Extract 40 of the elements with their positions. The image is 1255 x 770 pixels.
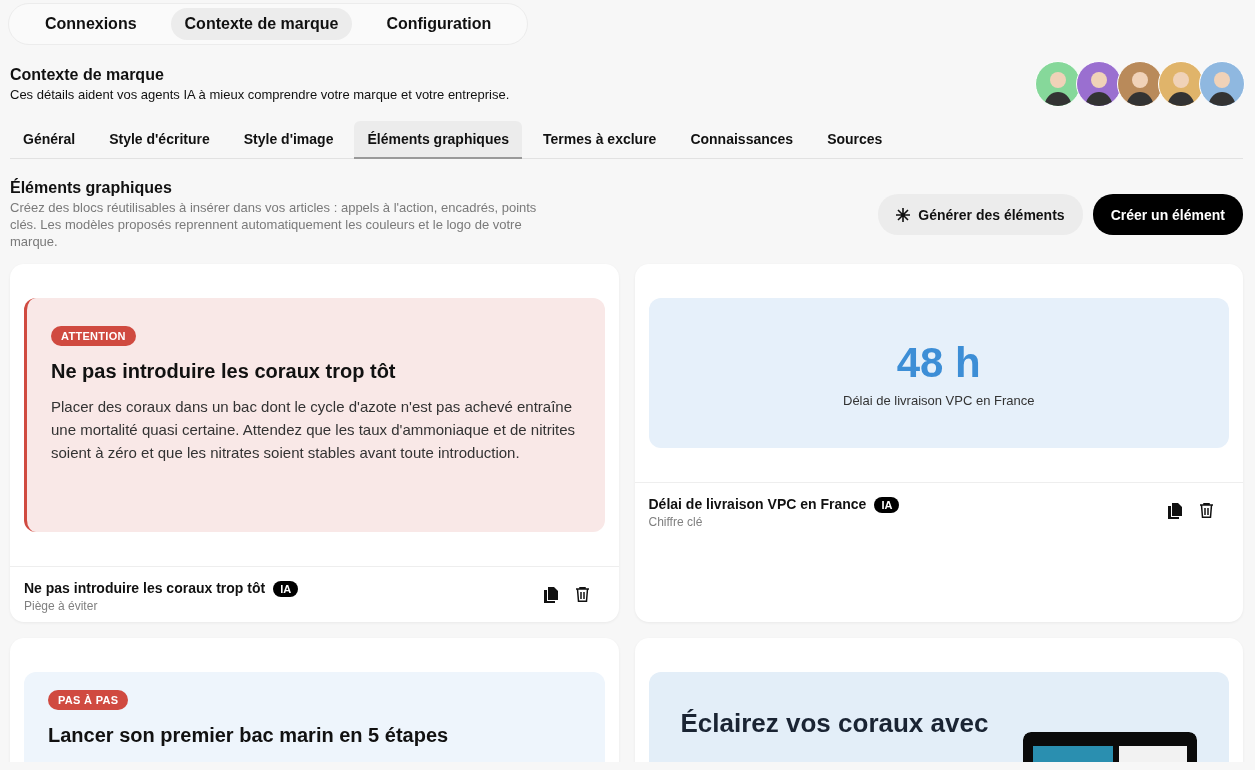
- tab[interactable]: Général: [10, 121, 89, 159]
- preview-title: Ne pas introduire les coraux trop tôt: [51, 360, 397, 383]
- tab[interactable]: Style d'écriture: [96, 121, 223, 159]
- section-description: Créez des blocs réutilisables à insérer dans vos articles : appels à l'action, encadrés, points clés. Les modèles proposés reprennent automatiquement les couleurs et le logo de votre marque.: [10, 199, 538, 250]
- avatar[interactable]: [1117, 61, 1163, 107]
- stat-value: 48 h: [896, 338, 981, 387]
- copy-icon[interactable]: [1168, 503, 1182, 519]
- stat-caption: Délai de livraison VPC en France: [843, 392, 1035, 408]
- preview-text: Placer des coraux dans un bac dont le cycle d'azote n'est pas achevé entraîne une mortalité quasi certaine. Attendez que les taux d'ammoniaque et de nitrites soient à zéro et que les nitrates soient stables avant toute introduction.: [51, 397, 576, 463]
- create-button[interactable]: Créer un élément: [1092, 194, 1243, 235]
- banner-title: Éclairez vos coraux avec: [680, 708, 989, 739]
- ai-tag: IA: [874, 497, 900, 513]
- tab[interactable]: Termes à exclure: [530, 121, 670, 159]
- preview-title: Lancer son premier bac marin en 5 étapes: [48, 724, 450, 747]
- tab[interactable]: Connaissances: [677, 121, 807, 159]
- avatar[interactable]: [1035, 61, 1081, 107]
- tab[interactable]: Sources: [814, 121, 896, 159]
- avatar[interactable]: [1158, 61, 1204, 107]
- badge: PAS À PAS: [48, 690, 129, 710]
- tab[interactable]: Style d'image: [230, 121, 347, 159]
- copy-icon[interactable]: [543, 587, 558, 603]
- ai-tag: IA: [273, 581, 299, 597]
- element-name: Ne pas introduire les coraux trop tôt: [24, 580, 266, 596]
- sparkle-icon: [896, 207, 911, 222]
- tab[interactable]: Éléments graphiques: [354, 121, 523, 159]
- trash-icon[interactable]: [1200, 503, 1213, 518]
- element-type: Piège à éviter: [24, 599, 99, 613]
- top-tab[interactable]: Contexte de marque: [170, 8, 353, 40]
- top-tab[interactable]: Configuration: [372, 8, 506, 40]
- page-subtitle: Ces détails aident vos agents IA à mieux comprendre votre marque et votre entreprise.: [10, 87, 510, 102]
- page-title: Contexte de marque: [10, 66, 165, 84]
- generate-button[interactable]: Générer des éléments: [878, 194, 1083, 235]
- top-tab[interactable]: Connexions: [31, 8, 151, 40]
- badge: ATTENTION: [51, 326, 136, 346]
- avatar[interactable]: [1076, 61, 1122, 107]
- trash-icon[interactable]: [575, 587, 589, 602]
- section-title: Éléments graphiques: [10, 179, 173, 197]
- element-name: Délai de livraison VPC en France: [648, 496, 867, 512]
- element-type: Chiffre clé: [648, 515, 704, 529]
- avatar[interactable]: [1199, 61, 1245, 107]
